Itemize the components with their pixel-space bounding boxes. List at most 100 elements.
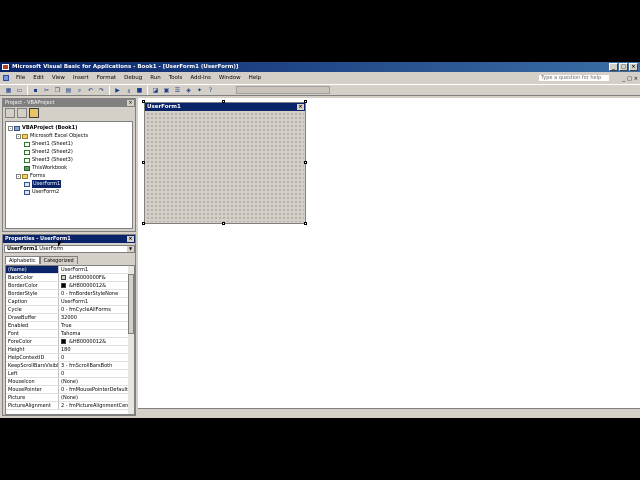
property-row[interactable]: KeepScrollBarsVisible 3 - fmScrollBarsBot… [6,362,134,370]
resize-handle-top[interactable] [222,100,225,103]
help-search-input[interactable]: Type a question for help [538,74,610,82]
excel-icon[interactable]: ▦ [4,86,13,95]
collapse-icon[interactable]: - [16,173,21,179]
menu-run[interactable]: Run [146,73,165,83]
properties-icon[interactable]: ☰ [173,86,182,95]
tab-alphabetic[interactable]: Alphabetic [5,256,40,264]
object-browser-icon[interactable]: ◈ [184,86,193,95]
property-value[interactable]: True [59,322,128,329]
cut-icon[interactable]: ✂ [42,86,51,95]
view-object-icon[interactable] [17,108,27,118]
project-explorer-icon[interactable]: ▣ [162,86,171,95]
workspace-horizontal-scrollbar[interactable] [138,408,640,416]
menu-debug[interactable]: Debug [120,73,146,83]
mdi-restore-button[interactable]: □ [627,74,632,84]
mdi-close-button[interactable]: × [634,74,638,84]
properties-title[interactable]: Properties - UserForm1 × [3,235,135,243]
paste-icon[interactable]: ▤ [64,86,73,95]
property-row[interactable]: BorderColor &H80000012& [6,282,134,290]
property-value[interactable]: 180 [59,346,128,353]
break-icon[interactable]: ॥ [124,86,133,95]
menu-file[interactable]: File [12,73,29,83]
resize-handle-left[interactable] [142,161,145,164]
property-value[interactable]: 32000 [59,314,128,321]
save-icon[interactable]: ▪ [31,86,40,95]
property-value[interactable]: 0 [59,370,128,377]
design-mode-icon[interactable]: ◪ [151,86,160,95]
tree-item[interactable]: Sheet2 (Sheet2) [6,148,132,156]
toolbox-icon[interactable]: ✦ [195,86,204,95]
property-row[interactable]: Left 0 [6,370,134,378]
close-button[interactable]: × [629,63,638,71]
property-grid-scrollbar[interactable] [128,266,134,414]
tree-item[interactable]: - Microsoft Excel Objects [6,132,132,140]
property-row[interactable]: (Name) UserForm1 [6,266,134,274]
tree-item[interactable]: Sheet1 (Sheet1) [6,140,132,148]
tree-item[interactable]: Sheet3 (Sheet3) [6,156,132,164]
window-titlebar[interactable]: Microsoft Visual Basic for Applications … [0,62,640,72]
tree-item[interactable]: UserForm2 [6,188,132,196]
tree-item[interactable]: ThisWorkbook [6,164,132,172]
property-row[interactable]: PictureAlignment 2 - fmPictureAlignmentCe… [6,402,134,410]
property-row[interactable]: HelpContextID 0 [6,354,134,362]
menu-help[interactable]: Help [245,73,266,83]
resize-handle-right[interactable] [304,161,307,164]
property-value[interactable]: Tahoma [59,330,128,337]
property-value[interactable]: 3 - fmScrollBarsBoth [59,362,128,369]
project-explorer-close-icon[interactable]: × [127,100,134,106]
property-row[interactable]: ForeColor &H80000012& [6,338,134,346]
userform-close-icon[interactable]: × [297,104,304,110]
property-value[interactable]: (None) [59,394,128,401]
property-value[interactable]: (None) [59,378,128,385]
userform-window-icon[interactable] [3,75,9,81]
insert-userform-icon[interactable]: ▭ [15,86,24,95]
help-icon[interactable]: ? [206,86,215,95]
maximize-button[interactable]: □ [619,63,628,71]
copy-icon[interactable]: ❐ [53,86,62,95]
property-value[interactable]: 0 - fmBorderStyleNone [59,290,128,297]
find-icon[interactable]: ⌕ [75,86,84,95]
resize-handle-bottom[interactable] [222,222,225,225]
property-value[interactable]: 2 - fmPictureAlignmentCenter [59,402,128,409]
property-row[interactable]: Enabled True [6,322,134,330]
resize-handle-bottom-left[interactable] [142,222,145,225]
property-row[interactable]: DrawBuffer 32000 [6,314,134,322]
menu-edit[interactable]: Edit [29,73,48,83]
property-row[interactable]: BorderStyle 0 - fmBorderStyleNone [6,290,134,298]
property-value[interactable]: 0 - fmCycleAllForms [59,306,128,313]
menu-window[interactable]: Window [215,73,245,83]
property-row[interactable]: BackColor &H8000000F& [6,274,134,282]
object-selector-dropdown[interactable]: UserForm1 UserForm ▼ [4,245,135,253]
property-row[interactable]: Caption UserForm1 [6,298,134,306]
tree-item[interactable]: - Forms [6,172,132,180]
chevron-down-icon[interactable]: ▼ [127,246,134,252]
property-row[interactable]: MouseIcon (None) [6,378,134,386]
tree-item[interactable]: UserForm1 [6,180,132,188]
property-value[interactable]: UserForm1 [59,266,128,273]
resize-handle-bottom-right[interactable] [304,222,307,225]
properties-close-icon[interactable]: × [127,236,134,242]
view-code-icon[interactable] [5,108,15,118]
toggle-folders-icon[interactable] [29,108,39,118]
menu-view[interactable]: View [48,73,69,83]
userform-title[interactable]: UserForm1 × [145,103,305,111]
project-explorer-title[interactable]: Project - VBAProject × [3,99,135,107]
property-value[interactable]: &H8000000F& [59,274,128,281]
property-value[interactable]: 0 - fmMousePointerDefault [59,386,128,393]
property-row[interactable]: Height 180 [6,346,134,354]
minimize-button[interactable]: _ [609,63,618,71]
menu-tools[interactable]: Tools [165,73,187,83]
property-value[interactable]: UserForm1 [59,298,128,305]
reset-icon[interactable]: ■ [135,86,144,95]
tab-categorized[interactable]: Categorized [39,256,78,264]
property-row[interactable]: Cycle 0 - fmCycleAllForms [6,306,134,314]
menu-insert[interactable]: Insert [69,73,93,83]
collapse-icon[interactable]: - [16,133,21,139]
resize-handle-top-left[interactable] [142,100,145,103]
property-row[interactable]: MousePointer 0 - fmMousePointerDefault [6,386,134,394]
menu-add-ins[interactable]: Add-Ins [186,73,215,83]
userform-canvas[interactable] [146,112,304,222]
undo-icon[interactable]: ↶ [86,86,95,95]
property-row[interactable]: Picture (None) [6,394,134,402]
property-value[interactable]: &H80000012& [59,282,128,289]
